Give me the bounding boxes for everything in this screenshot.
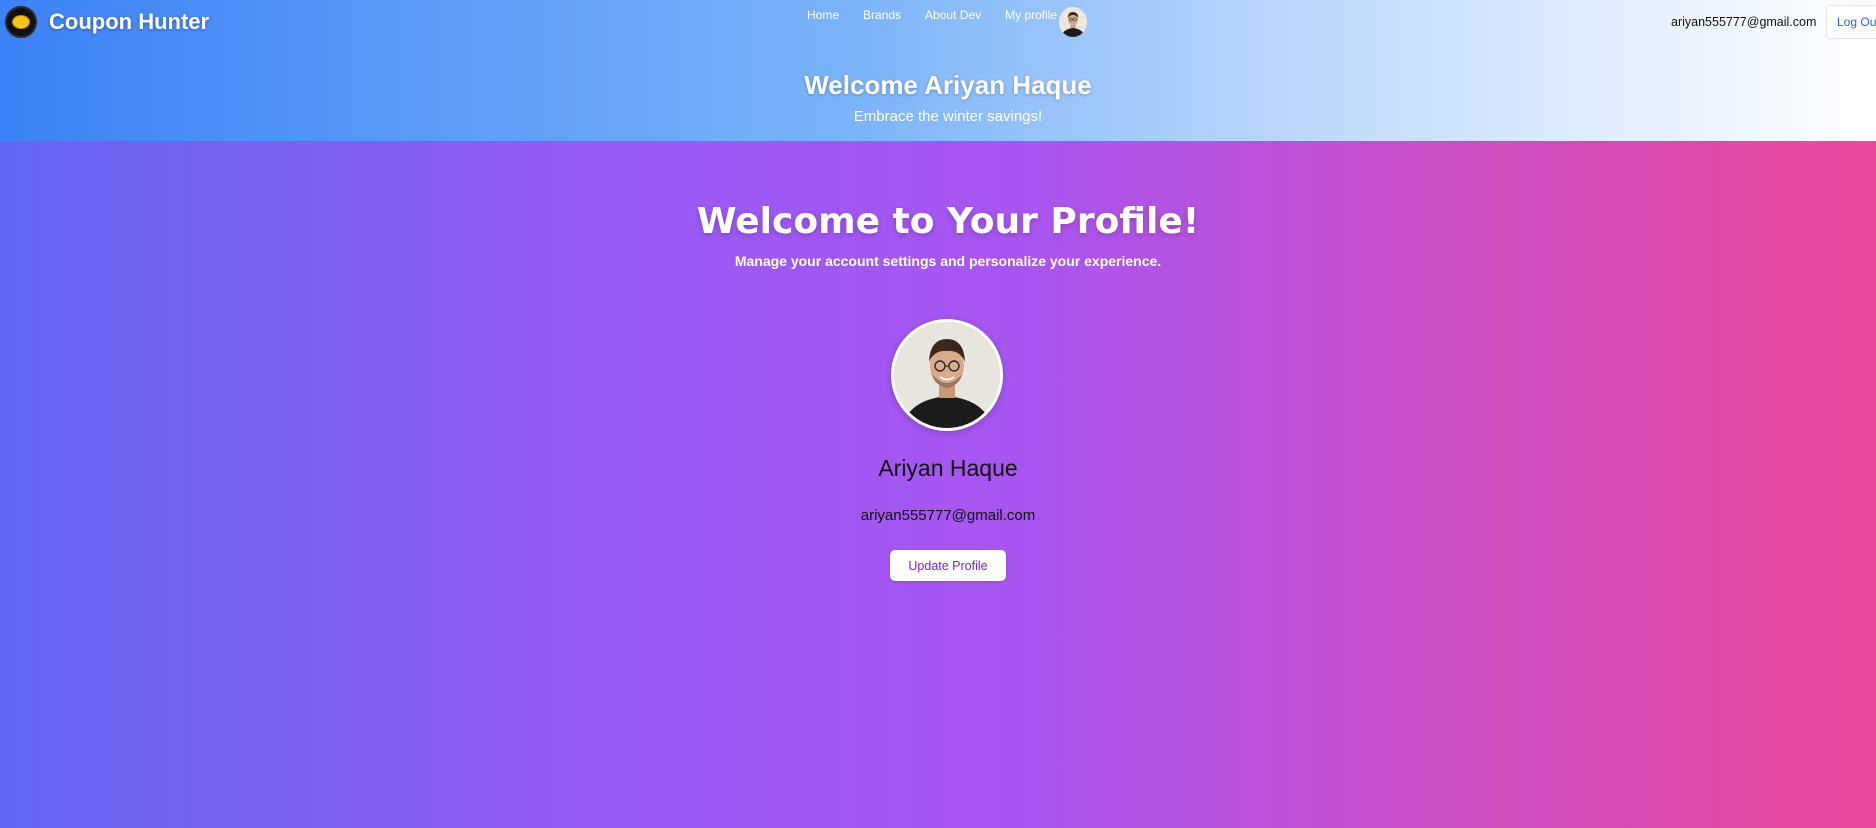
nav-my-profile-link[interactable]: My profile <box>1005 9 1057 21</box>
profile-avatar <box>891 319 1003 431</box>
coupon-logo-icon <box>5 6 37 38</box>
profile-subtitle: Manage your account settings and persona… <box>734 253 1162 269</box>
nav-about-dev-link[interactable]: About Dev <box>925 9 981 21</box>
welcome-heading: Welcome Ariyan Haque <box>804 70 1092 100</box>
nav-home-link[interactable]: Home <box>807 9 839 21</box>
logout-button[interactable]: Log Out <box>1826 5 1876 39</box>
profile-title: Welcome to Your Profile! <box>696 201 1200 242</box>
top-header: Coupon Hunter Home Brands About Dev My p… <box>0 0 1876 141</box>
main-nav: Home Brands About Dev My profile <box>807 7 1087 37</box>
nav-brands-link[interactable]: Brands <box>863 9 901 21</box>
profile-name: Ariyan Haque <box>878 455 1018 481</box>
brand-title: Coupon Hunter <box>49 9 210 34</box>
update-profile-button[interactable]: Update Profile <box>890 550 1006 581</box>
nav-avatar[interactable] <box>1059 7 1087 37</box>
brand[interactable]: Coupon Hunter <box>5 6 209 38</box>
user-email: ariyan555777@gmail.com <box>1671 15 1817 29</box>
profile-email: ariyan555777@gmail.com <box>860 507 1036 524</box>
profile-section: Welcome to Your Profile! Manage your acc… <box>0 141 1876 828</box>
welcome-tagline: Embrace the winter savings! <box>853 108 1043 125</box>
